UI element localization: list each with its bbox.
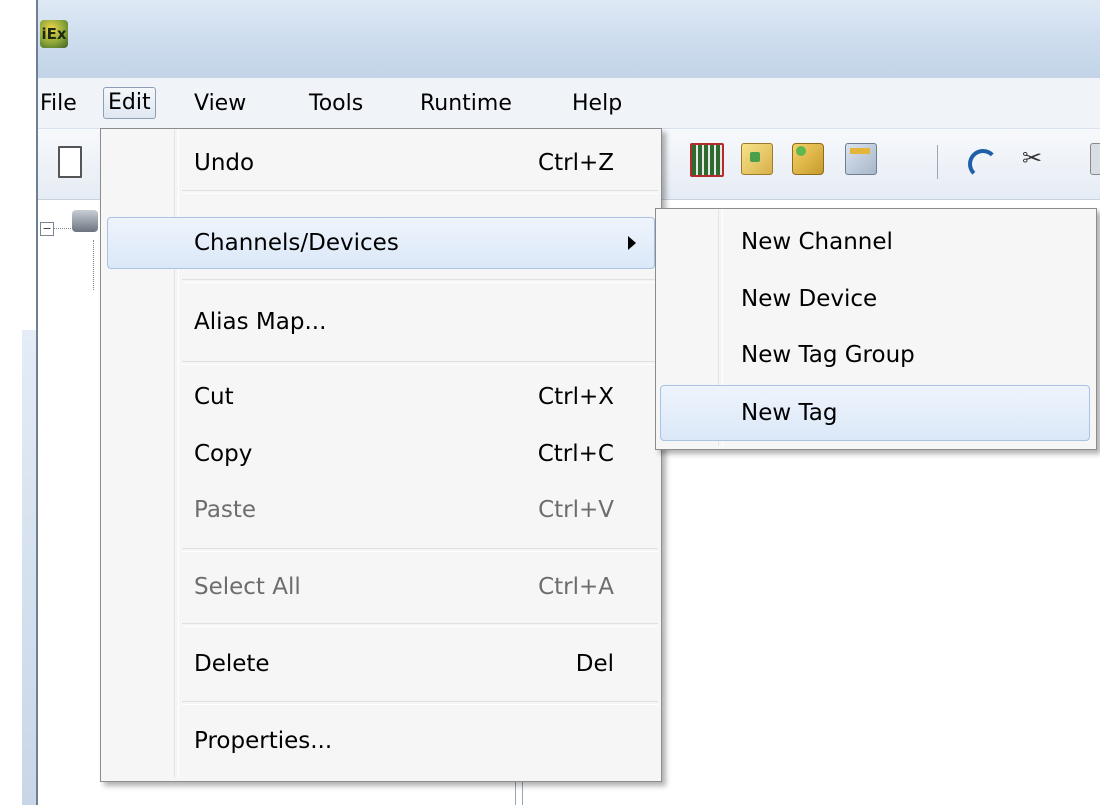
title-bar[interactable]: [38, 0, 1100, 78]
menu-item-label: New Device: [741, 286, 878, 312]
submenu-item-new-tag[interactable]: New Tag: [660, 385, 1090, 441]
menu-separator: [182, 623, 658, 627]
cut-icon[interactable]: ✂: [1020, 143, 1044, 173]
menu-separator: [182, 548, 658, 552]
left-panel-edge: [22, 330, 36, 805]
menu-item-select-all[interactable]: Select All Ctrl+A: [102, 562, 658, 612]
menu-separator: [182, 701, 658, 705]
tag-group-icon[interactable]: [792, 143, 824, 175]
toolbar-separator: [937, 145, 938, 179]
copy-icon[interactable]: [1090, 143, 1100, 175]
menu-item-label: Alias Map...: [194, 309, 327, 335]
menu-item-shortcut: Ctrl+V: [538, 497, 614, 523]
app-icon[interactable]: iEx: [40, 20, 68, 48]
server-node-icon[interactable]: [72, 210, 98, 232]
submenu-item-new-channel[interactable]: New Channel: [657, 215, 1093, 269]
menu-tools[interactable]: Tools: [309, 91, 363, 117]
submenu-arrow-icon: [628, 236, 636, 250]
menu-item-undo[interactable]: Undo Ctrl+Z: [102, 138, 658, 188]
menu-item-shortcut: Ctrl+C: [537, 441, 614, 467]
menu-item-label: Select All: [194, 574, 301, 600]
device-icon[interactable]: [741, 143, 773, 175]
tree-connector: [53, 228, 73, 229]
submenu-item-new-tag-group[interactable]: New Tag Group: [657, 328, 1093, 382]
menu-separator: [182, 361, 658, 365]
menu-item-shortcut: Ctrl+A: [538, 574, 614, 600]
menu-view[interactable]: View: [194, 91, 246, 117]
menu-item-copy[interactable]: Copy Ctrl+C: [102, 429, 658, 479]
tree-expander-icon[interactable]: −: [40, 222, 54, 236]
menu-item-shortcut: Ctrl+X: [538, 384, 614, 410]
channel-icon[interactable]: [690, 143, 724, 177]
menu-item-channels-devices[interactable]: Channels/Devices: [107, 217, 655, 269]
menu-item-shortcut: Ctrl+Z: [538, 150, 614, 176]
menu-item-shortcut: Del: [575, 651, 614, 677]
new-file-icon[interactable]: [58, 146, 82, 178]
menu-file[interactable]: File: [40, 91, 77, 117]
menu-item-label: New Tag Group: [741, 342, 915, 368]
menu-separator: [182, 190, 658, 194]
menu-runtime[interactable]: Runtime: [420, 91, 512, 117]
menu-item-alias-map[interactable]: Alias Map...: [102, 297, 658, 347]
menu-item-cut[interactable]: Cut Ctrl+X: [102, 372, 658, 422]
menu-item-label: New Tag: [741, 400, 838, 426]
menu-item-paste[interactable]: Paste Ctrl+V: [102, 485, 658, 535]
menu-item-label: Paste: [194, 497, 257, 523]
submenu-item-new-device[interactable]: New Device: [657, 272, 1093, 326]
menu-item-properties[interactable]: Properties...: [102, 716, 658, 766]
menu-item-label: Properties...: [194, 728, 333, 754]
menu-item-delete[interactable]: Delete Del: [102, 639, 658, 689]
menu-edit[interactable]: Edit: [103, 87, 156, 119]
menu-item-label: Copy: [194, 441, 253, 467]
undo-icon[interactable]: [968, 149, 998, 179]
tree-connector: [93, 240, 94, 290]
menu-item-label: Cut: [194, 384, 234, 410]
menu-item-label: Channels/Devices: [194, 230, 399, 256]
menu-item-label: Undo: [194, 150, 255, 176]
properties-icon[interactable]: [845, 143, 877, 175]
menu-separator: [182, 279, 658, 283]
menu-item-label: New Channel: [741, 229, 893, 255]
menu-item-label: Delete: [194, 651, 270, 677]
menu-help[interactable]: Help: [572, 91, 622, 117]
